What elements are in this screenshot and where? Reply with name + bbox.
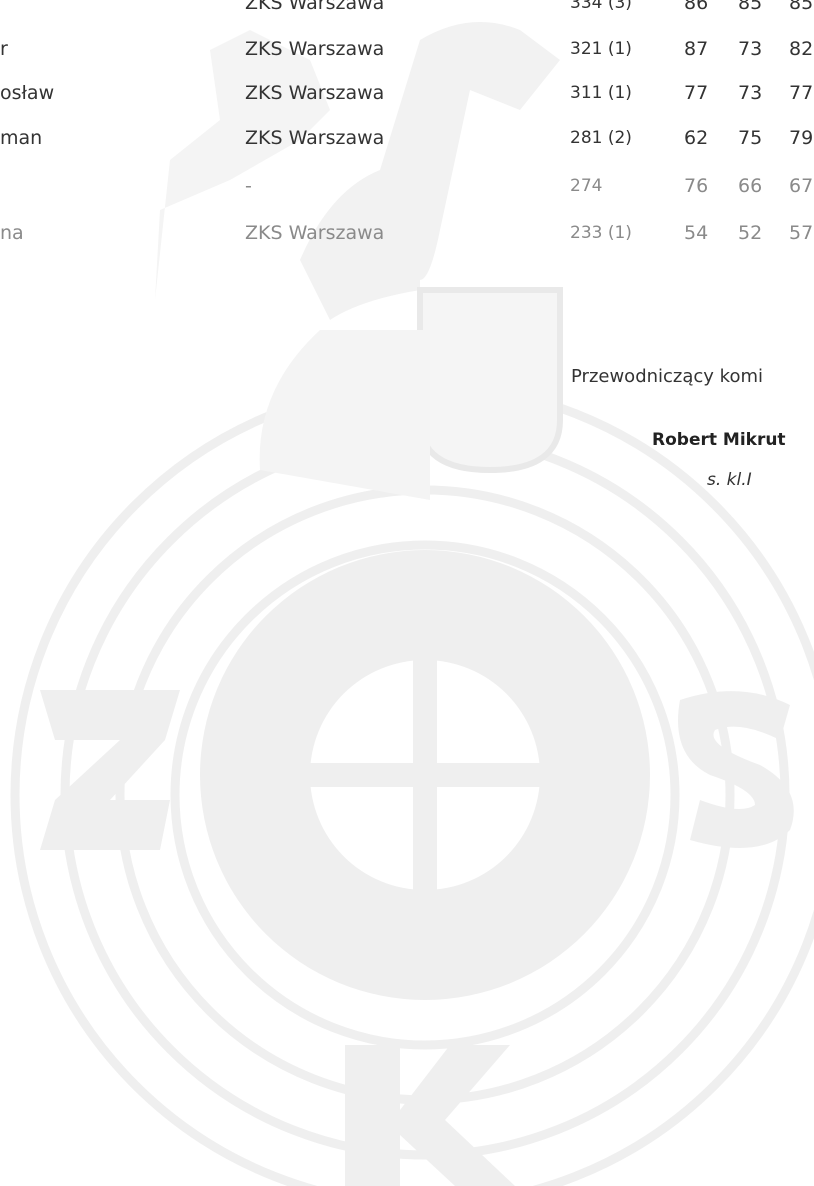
competitor-club: ZKS Warszawa: [245, 127, 385, 149]
series-3-score: 85: [789, 0, 814, 14]
competitor-name: r: [0, 38, 8, 60]
competitor-name: osław: [0, 82, 55, 104]
series-1-score: 76: [684, 175, 709, 197]
competitor-name: man: [0, 127, 43, 149]
series-3-score: 82: [789, 38, 814, 60]
signature-title: Przewodniczący komi: [571, 366, 764, 387]
series-2-score: 52: [738, 222, 763, 244]
total-score: 281 (2): [570, 128, 632, 148]
signature-name: Robert Mikrut: [652, 430, 786, 450]
total-score: 311 (1): [570, 83, 632, 103]
total-score: 321 (1): [570, 39, 632, 59]
series-1-score: 77: [684, 82, 709, 104]
series-2-score: 73: [738, 38, 763, 60]
total-score: 274: [570, 176, 603, 196]
total-score: 233 (1): [570, 223, 632, 243]
competitor-name: na: [0, 222, 24, 244]
series-2-score: 75: [738, 127, 763, 149]
series-1-score: 86: [684, 0, 709, 14]
series-2-score: 73: [738, 82, 763, 104]
competitor-club: ZKS Warszawa: [245, 38, 385, 60]
competitor-club: ZKS Warszawa: [245, 0, 385, 14]
series-1-score: 87: [684, 38, 709, 60]
competitor-club: -: [245, 175, 252, 197]
total-score: 334 (3): [570, 0, 632, 13]
series-3-score: 77: [789, 82, 814, 104]
signature-class: s. kl.I: [707, 470, 752, 490]
competitor-club: ZKS Warszawa: [245, 82, 385, 104]
series-1-score: 54: [684, 222, 709, 244]
series-2-score: 66: [738, 175, 763, 197]
series-3-score: 79: [789, 127, 814, 149]
results-page: ZKS Warszawa 334 (3) 86 85 85 r ZKS Wars…: [0, 0, 814, 1186]
series-3-score: 57: [789, 222, 814, 244]
competitor-club: ZKS Warszawa: [245, 222, 385, 244]
series-1-score: 62: [684, 127, 709, 149]
series-3-score: 67: [789, 175, 814, 197]
series-2-score: 85: [738, 0, 763, 14]
